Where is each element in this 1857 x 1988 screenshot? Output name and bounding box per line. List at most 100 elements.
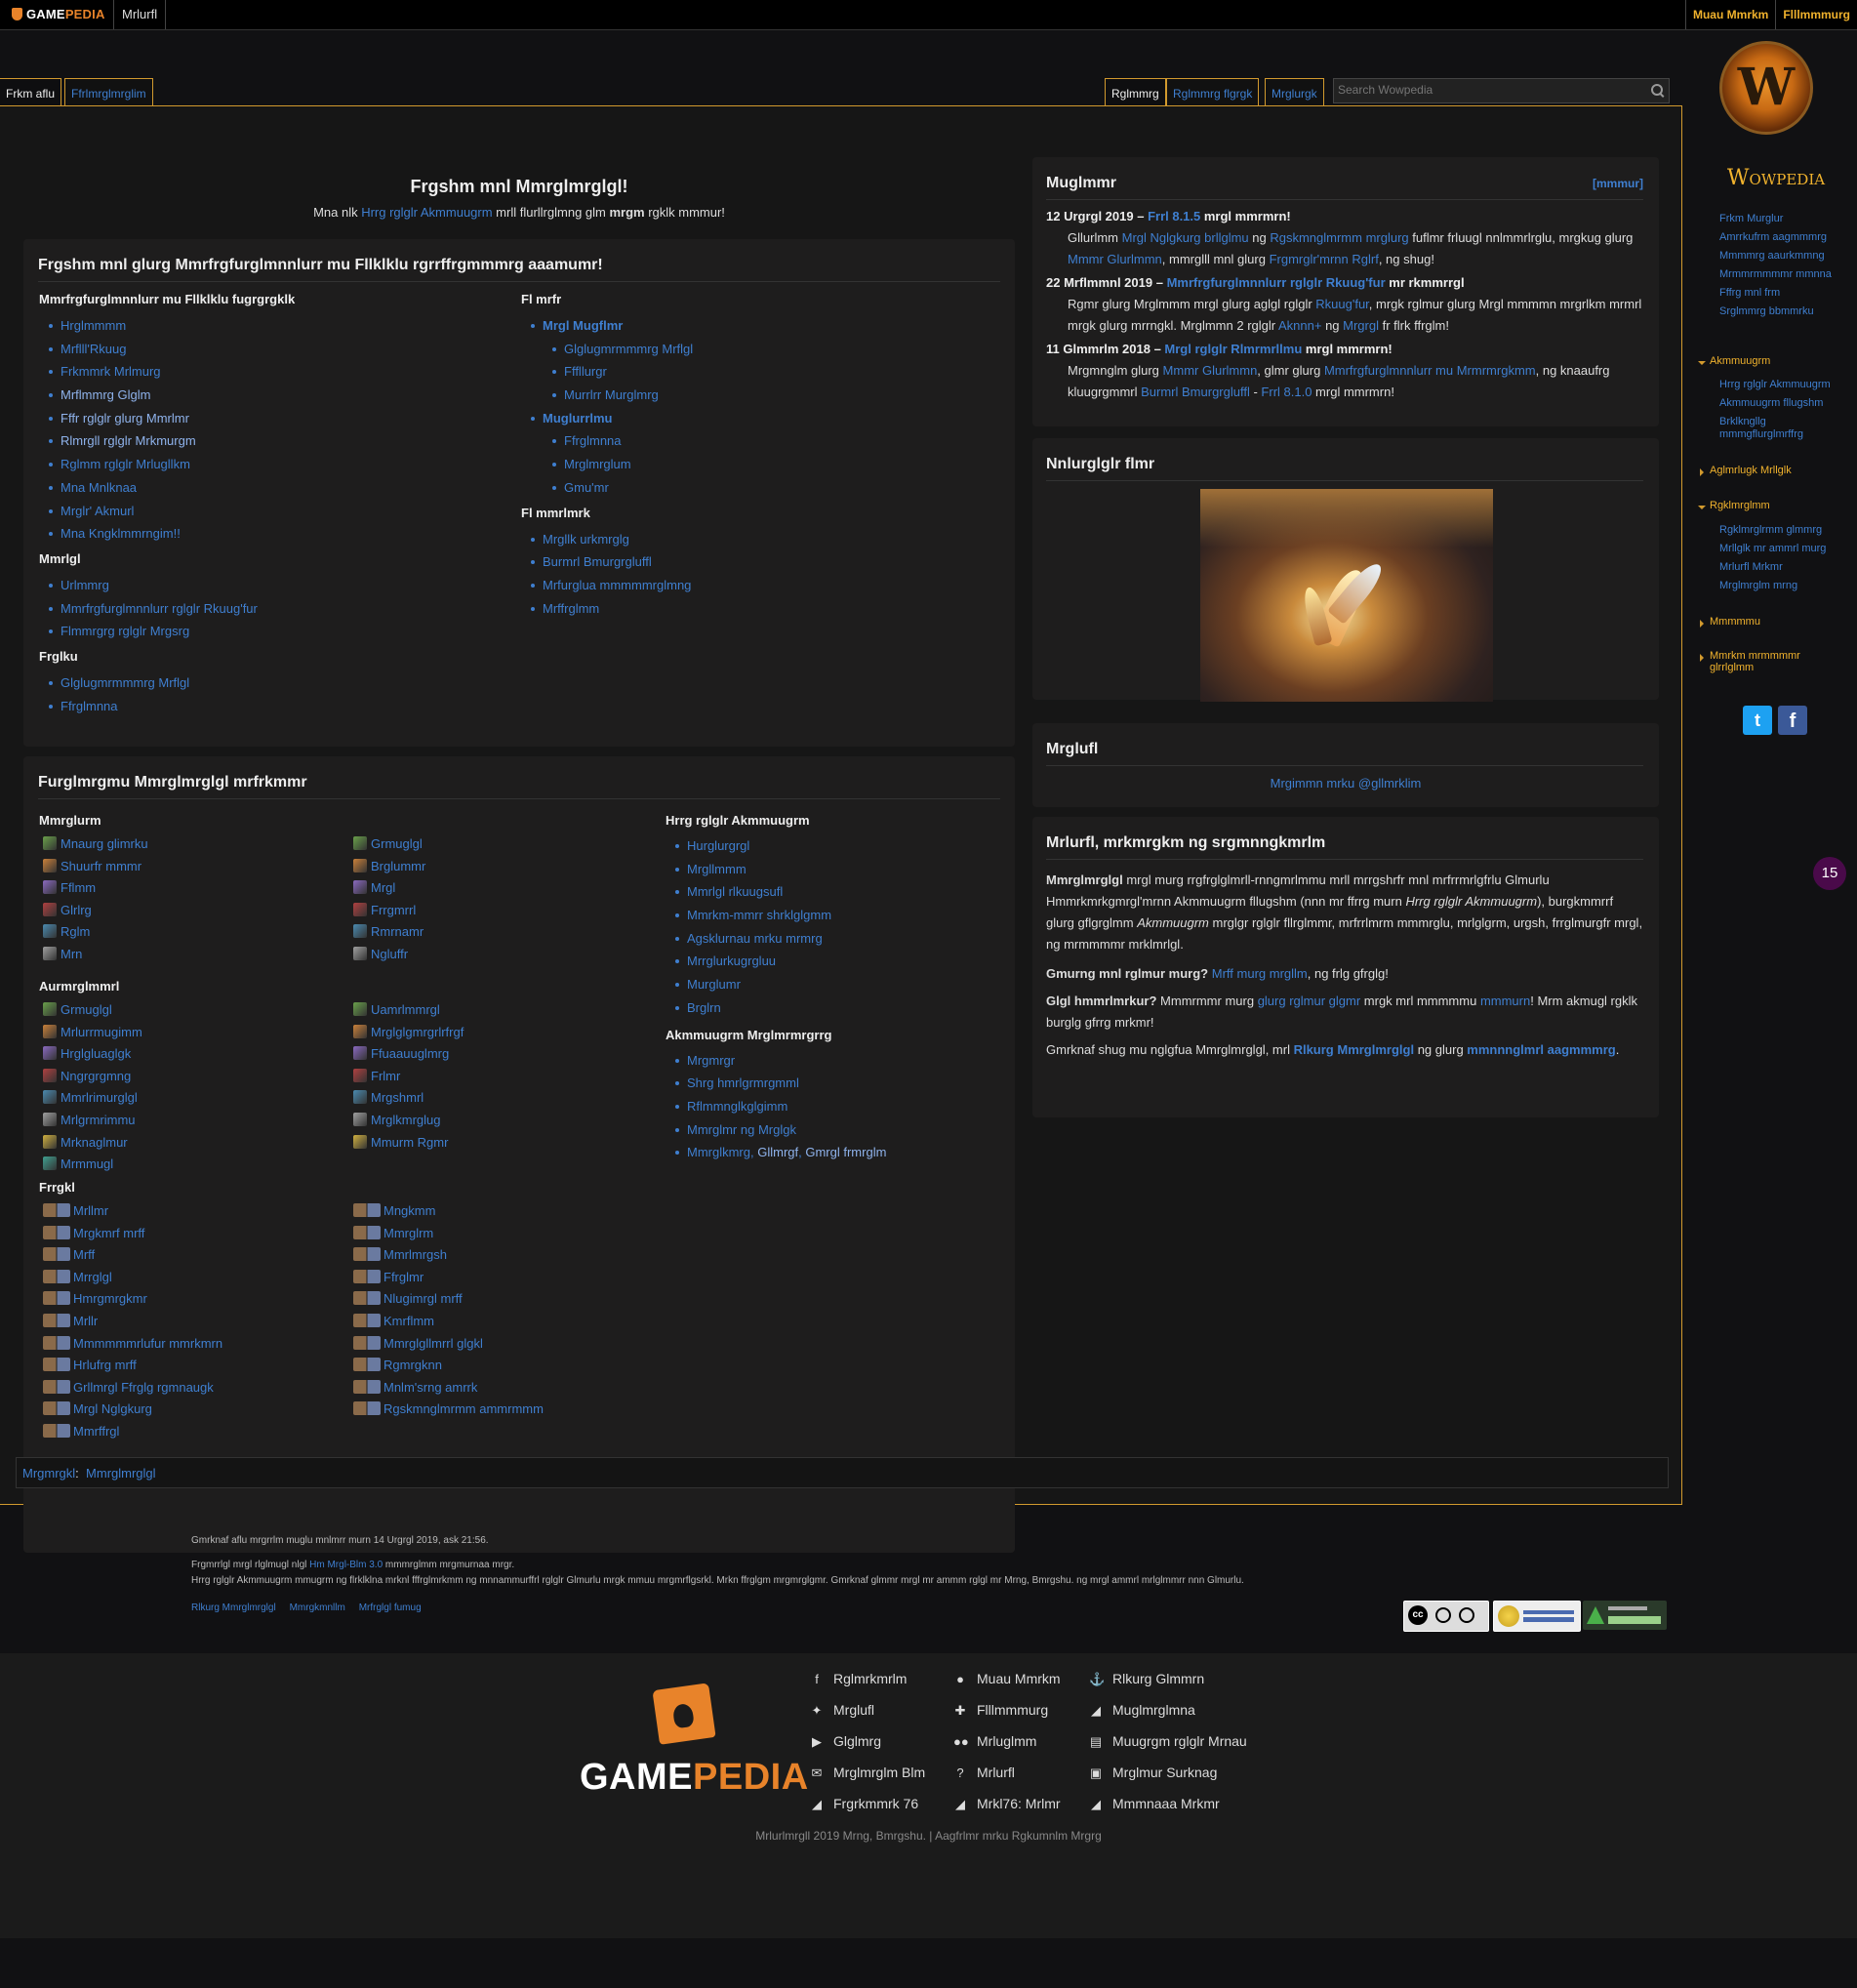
zone-link[interactable]: Grmuglgl (353, 833, 425, 856)
profession-link[interactable]: Mrlgrmrimmu (43, 1110, 142, 1132)
class-link[interactable]: Hmrgmrgkmr (43, 1288, 222, 1311)
list-item[interactable]: Glglugmrmmmrg Mrflgl (39, 671, 507, 695)
list-item[interactable]: Mmrfrgfurglmnnlurr rglglr Rkuug'fur (39, 597, 507, 621)
list-item[interactable]: Rlmrgll rglglr Mrkmurgm (39, 429, 507, 453)
sidebar-heading[interactable]: Mmrkm mrmmmmr glrrlglmm (1700, 650, 1827, 673)
sidebar-item[interactable]: Fffrg mnl frm (1719, 287, 1846, 300)
class-link[interactable]: Hrlufrg mrff (43, 1355, 222, 1377)
zone-link[interactable]: Glrlrg (43, 900, 148, 922)
register-link[interactable]: Flllmmmurg (1775, 0, 1857, 29)
footer-link[interactable]: Rlkurg Mmrglmrglgl (191, 1603, 276, 1613)
list-item[interactable]: Shrg hmrlgrmrgmml (666, 1072, 997, 1095)
class-link[interactable]: Rgmrgknn (353, 1355, 544, 1377)
list-item[interactable]: Mrglmrglum (543, 453, 989, 476)
zone-link[interactable]: Mrgl (353, 877, 425, 900)
footer-twitter[interactable]: ✦ Mrglufl (810, 1702, 874, 1719)
class-link[interactable]: Grllmrgl Ffrglg rgmnaugk (43, 1377, 222, 1400)
gamepedia-logo[interactable]: GAMEPEDIA (12, 7, 105, 21)
list-item[interactable]: Mmrkm-mmrr shrklglgmm (666, 904, 997, 927)
list-item[interactable]: Brglrn (666, 996, 997, 1020)
profession-link[interactable]: Ffuaauuglmrg (353, 1043, 464, 1066)
list-item[interactable]: Fffllurgr (543, 360, 989, 384)
list-item[interactable]: Mrrglurkugrgluu (666, 950, 997, 973)
footer-link-2[interactable]: ◢ Mrkl76: Mrlmr (953, 1796, 1061, 1812)
twitter-icon[interactable]: t (1743, 706, 1772, 735)
tab-view-source[interactable]: Rglmmrg flgrgk (1166, 78, 1260, 106)
footer-link[interactable]: Mmrgkmnllm (290, 1603, 345, 1613)
class-link[interactable]: Mrgkmrf mrff (43, 1223, 222, 1245)
profession-link[interactable]: Mmurm Rgmr (353, 1132, 464, 1155)
footer-youtube[interactable]: ▶ Glglmrg (810, 1733, 881, 1750)
footer-register[interactable]: ✚ Flllmmmurg (953, 1702, 1049, 1719)
news-edit-link[interactable]: [mmmur] (1593, 177, 1643, 190)
footer-sign-in[interactable]: ● Muau Mmrkm (953, 1671, 1061, 1686)
profession-link[interactable]: Nngrgrgmng (43, 1066, 142, 1088)
zone-link[interactable]: Mnaurg glimrku (43, 833, 148, 856)
footer-brand[interactable]: GAMEPEDIA (580, 1757, 809, 1799)
list-item[interactable]: Frkmmrk Mrlmurg (39, 360, 507, 384)
class-link[interactable]: Mrff (43, 1244, 222, 1267)
footer-privacy[interactable]: ▣ Mrglmur Surknag (1089, 1765, 1218, 1781)
profession-link[interactable]: Mrlurrmugimm (43, 1022, 142, 1044)
list-item[interactable]: Flmmrgrg rglglr Mrgsrg (39, 620, 507, 643)
class-link[interactable]: Mmrglgllmrrl glgkl (353, 1333, 544, 1356)
footer-advertise[interactable]: ⚓ Rlkurg Glmmrn (1089, 1671, 1204, 1687)
list-item[interactable]: Burmrl Bmurgrgluffl (521, 550, 989, 574)
footer-link-1[interactable]: ◢ Frgrkmmrk 76 (810, 1796, 918, 1812)
zone-link[interactable]: Fflmm (43, 877, 148, 900)
list-item[interactable]: Murglumr (666, 973, 997, 996)
list-item[interactable]: Mrfurglua mmmmmrglmng (521, 574, 989, 597)
sidebar-item[interactable]: Akmmuugrm fllugshm (1719, 397, 1846, 410)
sidebar-heading[interactable]: Akmmuugrm (1697, 355, 1770, 367)
list-item[interactable]: Mrgllmmm (666, 858, 997, 881)
list-item[interactable]: Agsklurnau mrku mrmrg (666, 927, 997, 951)
profession-link[interactable]: Mrgshmrl (353, 1087, 464, 1110)
zone-link[interactable]: Mrn (43, 944, 148, 966)
search-icon[interactable] (1651, 84, 1663, 96)
twitter-follow-link[interactable]: Mrgimmn mrku @gllmrklim (1032, 776, 1659, 791)
welcome-link[interactable]: Hrrg rglglr Akmmuugrm (361, 205, 492, 220)
profession-link[interactable]: Mrglglgmrgrlrfrgf (353, 1022, 464, 1044)
sidebar-heading[interactable]: Rgklmrglmm (1698, 500, 1770, 511)
footer-community[interactable]: ●● Mrluglmm (953, 1733, 1036, 1749)
footer-facebook[interactable]: f Rglmrkmrlm (810, 1671, 907, 1686)
list-item[interactable]: Mna Mnlknaa (39, 476, 507, 500)
sidebar-item[interactable]: Mrglmrglm mrng (1719, 580, 1846, 592)
class-link[interactable]: Mmrlmrgsh (353, 1244, 544, 1267)
sidebar-item[interactable]: Frkm Murglur (1719, 213, 1846, 225)
list-item[interactable]: Mmrlgl rlkuugsufl (666, 880, 997, 904)
profession-link[interactable]: Hrglgluaglgk (43, 1043, 142, 1066)
wowpedia-logo[interactable]: W (1719, 41, 1813, 135)
profession-link[interactable]: Uamrlmmrgl (353, 999, 464, 1022)
list-item[interactable]: Urlmmrg (39, 574, 507, 597)
facebook-icon[interactable]: f (1778, 706, 1807, 735)
zone-link[interactable]: Rmrnamr (353, 921, 425, 944)
class-link[interactable]: Mmrglrm (353, 1223, 544, 1245)
sidebar-item[interactable]: Mmmmrg aaurkmmng (1719, 250, 1846, 263)
class-link[interactable]: Ffrglmr (353, 1267, 544, 1289)
wiki-menu[interactable]: Mrlurfl (113, 0, 167, 29)
profession-link[interactable]: Grmuglgl (43, 999, 142, 1022)
tab-page[interactable]: Frkm aflu (0, 78, 62, 106)
category-link[interactable]: Mmrglmrglgl (86, 1466, 156, 1481)
zone-link[interactable]: Shuurfr mmmr (43, 856, 148, 878)
class-link[interactable]: Mrrglgl (43, 1267, 222, 1289)
class-link[interactable]: Mngkmm (353, 1200, 544, 1223)
tab-read[interactable]: Rglmmrg (1105, 78, 1166, 106)
profession-link[interactable]: Mmrlrimurglgl (43, 1087, 142, 1110)
class-link[interactable]: Mmmmmmrlufur mmrkmrn (43, 1333, 222, 1356)
sidebar-heading[interactable]: Aglmrlugk Mrllglk (1700, 465, 1792, 476)
list-item[interactable]: Mrglr' Akmurl (39, 500, 507, 523)
class-link[interactable]: Mnlm'srng amrrk (353, 1377, 544, 1400)
class-link[interactable]: Mrllmr (43, 1200, 222, 1223)
profession-link[interactable]: Mrknaglmur (43, 1132, 142, 1155)
mediawiki-badge[interactable] (1493, 1601, 1581, 1632)
footer-link-3[interactable]: ◢ Mmmnaaa Mrkmr (1089, 1796, 1220, 1812)
list-item[interactable]: Mmrglmr ng Mrglgk (666, 1118, 997, 1142)
notification-badge[interactable]: 15 (1813, 857, 1846, 890)
sidebar-item[interactable]: Mrmmrmmmmr mmnna (1719, 268, 1846, 281)
footer-link[interactable]: Mrfrglgl fumug (359, 1603, 422, 1613)
profession-link[interactable]: Mrglkmrglug (353, 1110, 464, 1132)
list-item[interactable]: Muglurrlmu (521, 407, 989, 430)
profession-link[interactable]: Mrmmugl (43, 1154, 142, 1176)
